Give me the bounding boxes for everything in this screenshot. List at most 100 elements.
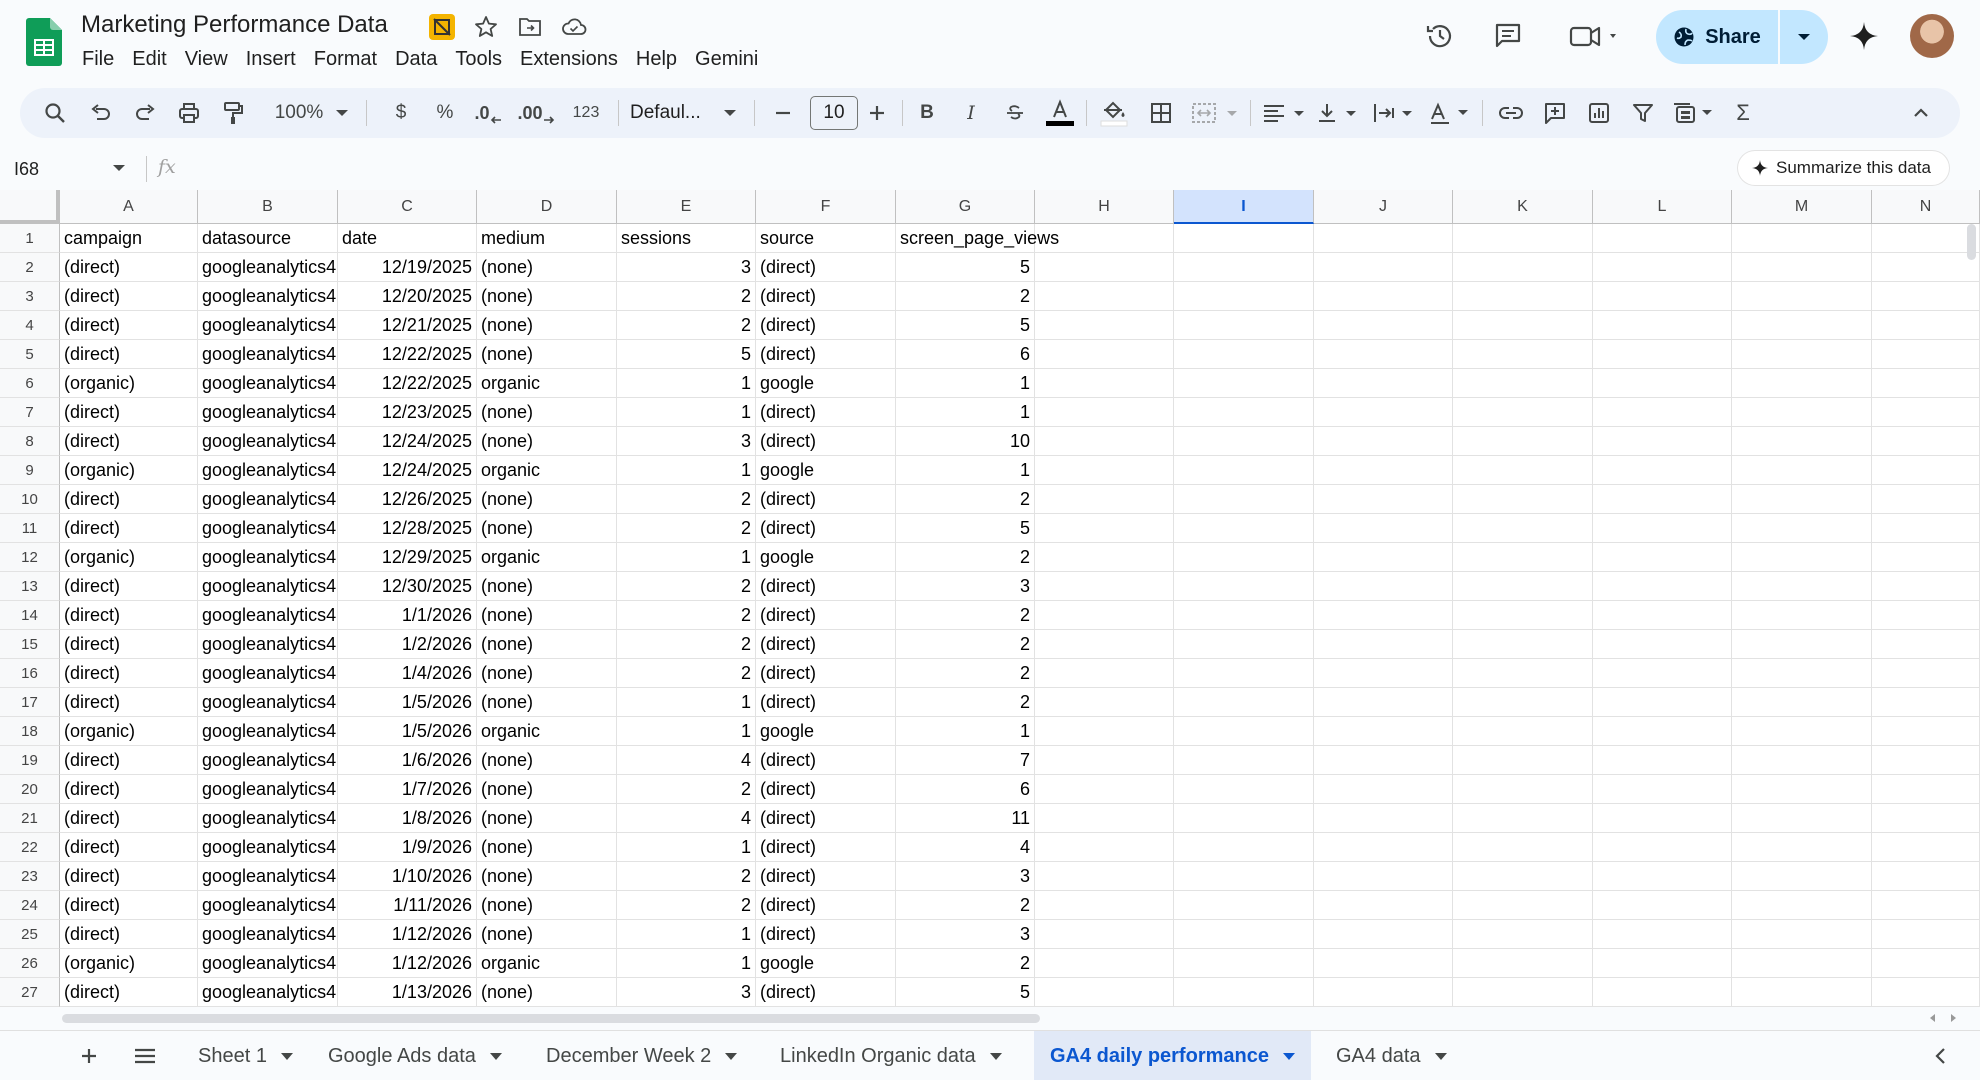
- scroll-tabs-left-icon[interactable]: [1918, 1031, 1962, 1080]
- insert-comment-icon[interactable]: [1538, 88, 1572, 138]
- menu-file[interactable]: File: [82, 46, 123, 72]
- cell-k5[interactable]: [1453, 340, 1593, 369]
- cell-m17[interactable]: [1732, 688, 1872, 717]
- tab-dropdown-icon[interactable]: [1282, 1052, 1295, 1060]
- cell-h3[interactable]: [1035, 282, 1174, 311]
- column-header-f[interactable]: F: [756, 190, 896, 224]
- cell-a24[interactable]: (direct): [60, 891, 198, 920]
- cell-k14[interactable]: [1453, 601, 1593, 630]
- cell-m25[interactable]: [1732, 920, 1872, 949]
- cell-c10[interactable]: 12/26/2025: [338, 485, 477, 514]
- cloud-saved-icon[interactable]: [560, 13, 588, 41]
- cell-k13[interactable]: [1453, 572, 1593, 601]
- cell-k26[interactable]: [1453, 949, 1593, 978]
- comments-icon[interactable]: [1490, 18, 1526, 54]
- zoom-select[interactable]: 100%: [264, 88, 334, 138]
- cell-e5[interactable]: 5: [617, 340, 756, 369]
- cell-a16[interactable]: (direct): [60, 659, 198, 688]
- row-header[interactable]: 8: [0, 427, 60, 456]
- cell-b8[interactable]: googleanalytics4: [198, 427, 338, 456]
- row-header[interactable]: 18: [0, 717, 60, 746]
- cell-l3[interactable]: [1593, 282, 1732, 311]
- cell-i26[interactable]: [1174, 949, 1314, 978]
- cell-g18[interactable]: 1: [896, 717, 1035, 746]
- cell-j27[interactable]: [1314, 978, 1453, 1007]
- cell-c12[interactable]: 12/29/2025: [338, 543, 477, 572]
- cell-f8[interactable]: (direct): [756, 427, 896, 456]
- cell-i5[interactable]: [1174, 340, 1314, 369]
- row-header[interactable]: 20: [0, 775, 60, 804]
- cell-a9[interactable]: (organic): [60, 456, 198, 485]
- cell-d27[interactable]: (none): [477, 978, 617, 1007]
- cell-b19[interactable]: googleanalytics4: [198, 746, 338, 775]
- cell-d7[interactable]: (none): [477, 398, 617, 427]
- cell-g21[interactable]: 11: [896, 804, 1035, 833]
- row-header[interactable]: 24: [0, 891, 60, 920]
- cell-c24[interactable]: 1/11/2026: [338, 891, 477, 920]
- cell-b26[interactable]: googleanalytics4: [198, 949, 338, 978]
- cell-k24[interactable]: [1453, 891, 1593, 920]
- cell-m13[interactable]: [1732, 572, 1872, 601]
- column-header-c[interactable]: C: [338, 190, 477, 224]
- cell-a20[interactable]: (direct): [60, 775, 198, 804]
- cell-h10[interactable]: [1035, 485, 1174, 514]
- cell-g19[interactable]: 7: [896, 746, 1035, 775]
- vertical-align-icon[interactable]: [1314, 88, 1364, 138]
- cell-i14[interactable]: [1174, 601, 1314, 630]
- cell-g3[interactable]: 2: [896, 282, 1035, 311]
- cell-i3[interactable]: [1174, 282, 1314, 311]
- cell-c26[interactable]: 1/12/2026: [338, 949, 477, 978]
- cell-l13[interactable]: [1593, 572, 1732, 601]
- cell-l2[interactable]: [1593, 253, 1732, 282]
- cell-l5[interactable]: [1593, 340, 1732, 369]
- print-icon[interactable]: [172, 88, 206, 138]
- document-title[interactable]: Marketing Performance Data: [81, 11, 388, 39]
- cell-g12[interactable]: 2: [896, 543, 1035, 572]
- cell-f16[interactable]: (direct): [756, 659, 896, 688]
- cell-g26[interactable]: 2: [896, 949, 1035, 978]
- menu-view[interactable]: View: [176, 46, 237, 72]
- cell-m6[interactable]: [1732, 369, 1872, 398]
- cell-a17[interactable]: (direct): [60, 688, 198, 717]
- cell-h18[interactable]: [1035, 717, 1174, 746]
- cell-j20[interactable]: [1314, 775, 1453, 804]
- decrease-font-size-icon[interactable]: [768, 88, 798, 138]
- tab-dropdown-icon[interactable]: [489, 1052, 502, 1060]
- cell-h19[interactable]: [1035, 746, 1174, 775]
- cell-h15[interactable]: [1035, 630, 1174, 659]
- cell-j14[interactable]: [1314, 601, 1453, 630]
- cell-f19[interactable]: (direct): [756, 746, 896, 775]
- cell-l17[interactable]: [1593, 688, 1732, 717]
- tab-dropdown-icon[interactable]: [1434, 1052, 1447, 1060]
- row-header[interactable]: 23: [0, 862, 60, 891]
- cell-l14[interactable]: [1593, 601, 1732, 630]
- cell-k21[interactable]: [1453, 804, 1593, 833]
- cell-i19[interactable]: [1174, 746, 1314, 775]
- cell-c3[interactable]: 12/20/2025: [338, 282, 477, 311]
- cell-m11[interactable]: [1732, 514, 1872, 543]
- cell-i23[interactable]: [1174, 862, 1314, 891]
- cell-j5[interactable]: [1314, 340, 1453, 369]
- cell-m4[interactable]: [1732, 311, 1872, 340]
- row-header[interactable]: 12: [0, 543, 60, 572]
- cell-f1[interactable]: source: [756, 224, 896, 253]
- cell-h14[interactable]: [1035, 601, 1174, 630]
- cell-i9[interactable]: [1174, 456, 1314, 485]
- increase-font-size-icon[interactable]: [862, 88, 892, 138]
- name-box-dropdown-icon[interactable]: [113, 164, 125, 172]
- cell-k4[interactable]: [1453, 311, 1593, 340]
- search-menus-icon[interactable]: [38, 88, 72, 138]
- cell-f26[interactable]: google: [756, 949, 896, 978]
- cell-i25[interactable]: [1174, 920, 1314, 949]
- cell-b11[interactable]: googleanalytics4: [198, 514, 338, 543]
- column-header-n[interactable]: N: [1872, 190, 1980, 224]
- cell-h6[interactable]: [1035, 369, 1174, 398]
- cell-d20[interactable]: (none): [477, 775, 617, 804]
- cell-e22[interactable]: 1: [617, 833, 756, 862]
- cell-b10[interactable]: googleanalytics4: [198, 485, 338, 514]
- format-percent-button[interactable]: %: [428, 88, 462, 138]
- zoom-dropdown-icon[interactable]: [332, 88, 352, 138]
- column-header-i[interactable]: I: [1174, 190, 1314, 224]
- cell-f15[interactable]: (direct): [756, 630, 896, 659]
- cell-h11[interactable]: [1035, 514, 1174, 543]
